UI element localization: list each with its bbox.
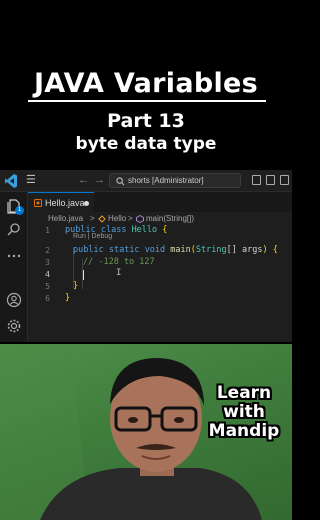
search-text: shorts [Administrator]: [128, 176, 204, 185]
tab-label: Hello.java: [45, 198, 85, 208]
breadcrumb-file[interactable]: Hello.java: [48, 212, 83, 226]
vscode-logo-icon[interactable]: [5, 174, 17, 188]
overlay-line-1: Learn: [216, 383, 272, 403]
tab-hello-java[interactable]: Hello.java: [28, 192, 94, 212]
unsaved-dot-icon[interactable]: [84, 201, 89, 206]
command-center-search[interactable]: shorts [Administrator]: [109, 173, 241, 188]
search-icon: [116, 177, 125, 186]
line-number: 2: [45, 246, 50, 255]
line-number: 5: [45, 282, 50, 291]
more-icon[interactable]: [6, 248, 22, 264]
line-number: 1: [45, 226, 50, 235]
breadcrumb-method[interactable]: main(String[]): [146, 212, 194, 226]
vscode-window: ☰ ← → shorts [Administrator] 1 Hello.jav…: [0, 170, 292, 342]
learn-with-mandip-overlay: Learn with Mandip: [196, 384, 292, 441]
forward-arrow-icon[interactable]: →: [94, 174, 105, 187]
breadcrumb-class[interactable]: Hello: [108, 212, 126, 226]
mouse-ibeam-icon: I: [116, 268, 122, 278]
line-number: 3: [45, 258, 50, 267]
code-editor[interactable]: 1 public class Hello { Run | Debug 2 pub…: [28, 225, 292, 342]
explorer-badge: 1: [15, 206, 24, 215]
code-line-5: }: [73, 281, 79, 291]
layout-sidebar-icon[interactable]: [252, 175, 261, 185]
settings-icon[interactable]: [6, 318, 22, 334]
codelens-run-debug[interactable]: Run | Debug: [73, 233, 112, 240]
part-label: Part 13: [107, 110, 185, 132]
code-line-3-comment: // -128 to 127: [83, 257, 155, 267]
line-number: 6: [45, 294, 50, 303]
java-file-icon: [34, 199, 42, 207]
code-line-2: public static void main(String[] args) {: [73, 245, 278, 255]
breadcrumb-separator: >: [90, 214, 95, 223]
editor-tab-bar: Hello.java: [28, 192, 292, 212]
activity-bar: 1: [0, 192, 28, 342]
text-cursor: [83, 270, 84, 280]
title-bar: ☰ ← → shorts [Administrator]: [0, 170, 292, 192]
title-banner: JAVA Variables Part 13 byte data type: [0, 0, 292, 170]
video-title: JAVA Variables: [33, 68, 259, 99]
code-line-6: }: [65, 293, 71, 303]
overlay-line-2: with: [223, 402, 265, 422]
breadcrumb-separator: >: [128, 214, 133, 223]
menu-icon[interactable]: ☰: [26, 174, 36, 187]
search-sidebar-icon[interactable]: [6, 222, 22, 238]
layout-secondary-icon[interactable]: [280, 175, 289, 185]
overlay-line-3: Mandip: [208, 421, 280, 441]
breadcrumb: Hello.java > Hello > main(String[]): [28, 212, 292, 226]
line-number-active: 4: [45, 270, 50, 279]
class-symbol-icon: [98, 215, 106, 223]
account-icon[interactable]: [6, 292, 22, 308]
method-symbol-icon: [136, 215, 144, 223]
webcam-feed: Learn with Mandip: [0, 344, 292, 520]
topic-label: byte data type: [75, 134, 217, 154]
layout-panel-icon[interactable]: [266, 175, 275, 185]
back-arrow-icon[interactable]: ←: [78, 174, 89, 187]
title-underline: [28, 100, 266, 102]
